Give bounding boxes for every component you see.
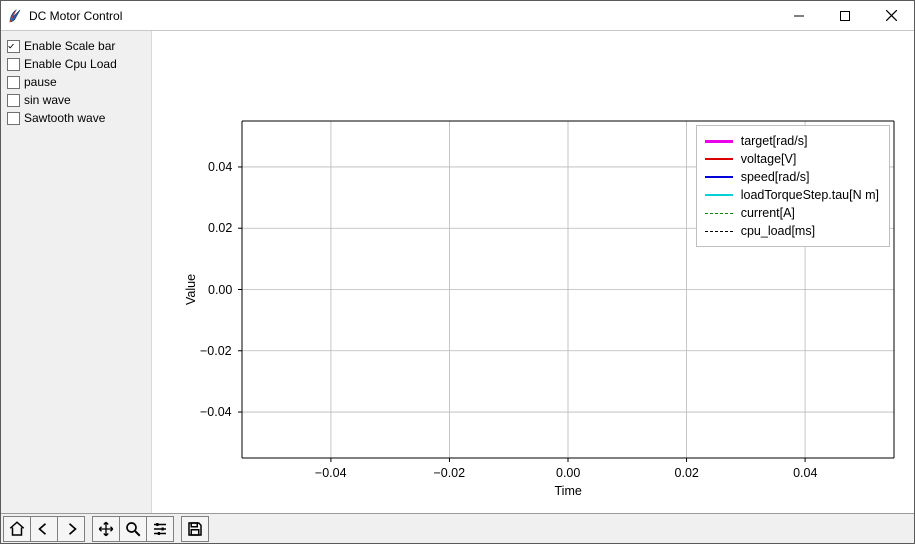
body: Enable Scale bar Enable Cpu Load pause s… <box>1 31 914 513</box>
sidebar: Enable Scale bar Enable Cpu Load pause s… <box>1 31 151 513</box>
window-minimize-button[interactable] <box>776 1 822 30</box>
toolbar-pan-button[interactable] <box>92 516 120 542</box>
tick-label: 0.04 <box>208 160 232 174</box>
legend-item: speed[rad/s] <box>705 168 879 186</box>
y-axis-label: Value <box>184 274 198 305</box>
plot-toolbar <box>1 513 914 543</box>
checkbox-icon <box>7 58 20 71</box>
legend-label: cpu_load[ms] <box>741 222 815 240</box>
plot-canvas[interactable]: −0.04 −0.02 0.00 0.02 0.04 −0.04 −0.02 0.00 0.02… <box>152 31 914 513</box>
x-axis-label: Time <box>555 484 582 498</box>
toolbar-save-button[interactable] <box>181 516 209 542</box>
legend-swatch <box>705 140 733 143</box>
tick-label: −0.02 <box>200 344 232 358</box>
legend-swatch <box>705 176 733 178</box>
toolbar-configure-button[interactable] <box>146 516 174 542</box>
legend-item: target[rad/s] <box>705 132 879 150</box>
app-window: DC Motor Control Enable Scale bar <box>0 0 915 544</box>
legend: target[rad/s]voltage[V]speed[rad/s]loadT… <box>696 125 890 247</box>
toolbar-zoom-button[interactable] <box>119 516 147 542</box>
checkbox-icon <box>7 40 20 53</box>
legend-swatch <box>705 158 733 160</box>
checkbox-icon <box>7 112 20 125</box>
titlebar: DC Motor Control <box>1 1 914 31</box>
legend-swatch <box>705 213 733 214</box>
window-title: DC Motor Control <box>29 9 122 23</box>
legend-item: loadTorqueStep.tau[N m] <box>705 186 879 204</box>
checkbox-enable-scale-bar[interactable]: Enable Scale bar <box>7 37 145 55</box>
checkbox-label: Enable Scale bar <box>24 39 115 53</box>
checkbox-label: sin wave <box>24 93 71 107</box>
checkbox-icon <box>7 94 20 107</box>
legend-item: cpu_load[ms] <box>705 222 879 240</box>
tick-label: 0.00 <box>556 466 580 480</box>
tick-label: 0.02 <box>675 466 699 480</box>
legend-label: speed[rad/s] <box>741 168 810 186</box>
toolbar-back-button[interactable] <box>30 516 58 542</box>
tick-label: −0.04 <box>200 405 232 419</box>
toolbar-forward-button[interactable] <box>57 516 85 542</box>
legend-swatch <box>705 194 733 196</box>
checkbox-sawtooth-wave[interactable]: Sawtooth wave <box>7 109 145 127</box>
tick-label: 0.02 <box>208 221 232 235</box>
toolbar-home-button[interactable] <box>3 516 31 542</box>
tick-label: −0.04 <box>315 466 347 480</box>
tick-label: −0.02 <box>433 466 465 480</box>
checkbox-label: Sawtooth wave <box>24 111 105 125</box>
checkbox-enable-cpu-load[interactable]: Enable Cpu Load <box>7 55 145 73</box>
checkbox-pause[interactable]: pause <box>7 73 145 91</box>
checkbox-sin-wave[interactable]: sin wave <box>7 91 145 109</box>
app-icon <box>7 8 23 24</box>
window-maximize-button[interactable] <box>822 1 868 30</box>
legend-label: current[A] <box>741 204 795 222</box>
legend-item: voltage[V] <box>705 150 879 168</box>
legend-item: current[A] <box>705 204 879 222</box>
legend-label: target[rad/s] <box>741 132 808 150</box>
tick-label: 0.04 <box>793 466 817 480</box>
legend-swatch <box>705 231 733 232</box>
tick-label: 0.00 <box>208 283 232 297</box>
checkbox-icon <box>7 76 20 89</box>
legend-label: voltage[V] <box>741 150 797 168</box>
window-close-button[interactable] <box>868 1 914 30</box>
legend-label: loadTorqueStep.tau[N m] <box>741 186 879 204</box>
plot-panel: −0.04 −0.02 0.00 0.02 0.04 −0.04 −0.02 0.00 0.02… <box>151 31 914 513</box>
checkbox-label: Enable Cpu Load <box>24 57 117 71</box>
checkbox-label: pause <box>24 75 57 89</box>
